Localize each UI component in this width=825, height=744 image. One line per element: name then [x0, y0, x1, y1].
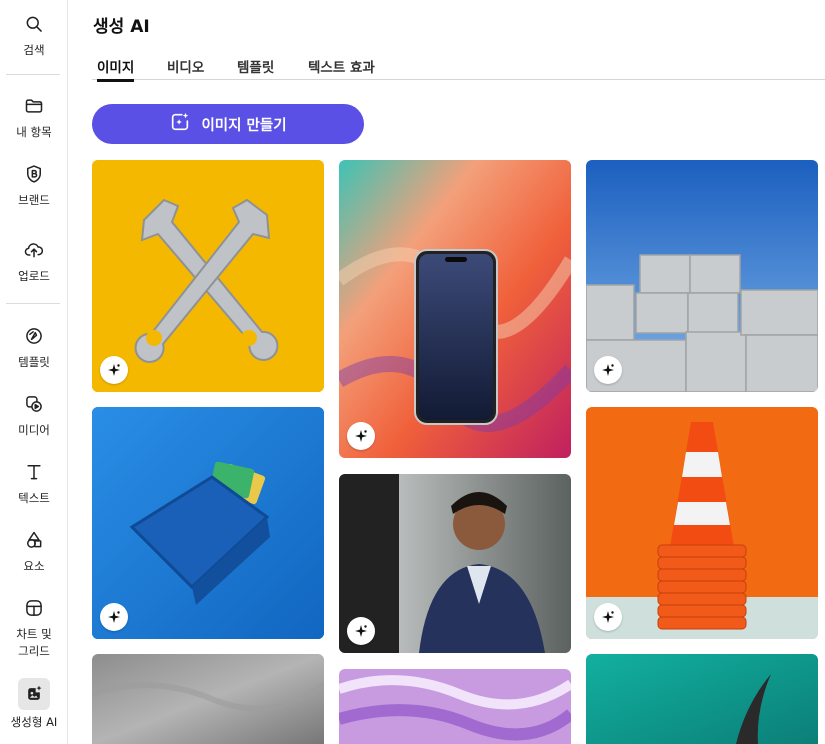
sidebar-item-label: 미디어: [18, 423, 50, 437]
create-image-label: 이미지 만들기: [201, 117, 287, 134]
sparkle-image-icon: [169, 111, 191, 137]
sidebar-item-my-items[interactable]: 내 항목: [0, 94, 68, 141]
sparkle-icon: [355, 625, 367, 637]
feather-image: [586, 654, 818, 744]
elements-icon: [22, 528, 46, 552]
sidebar-item-elements[interactable]: 요소: [0, 528, 68, 575]
sidebar-item-text[interactable]: 텍스트: [0, 460, 68, 507]
media-icon: [22, 392, 46, 416]
phone-image: [339, 160, 571, 458]
sidebar-item-media[interactable]: 미디어: [0, 392, 68, 439]
sidebar-divider: [6, 74, 60, 75]
gallery-tile-concrete-blocks[interactable]: [586, 160, 818, 392]
sidebar-item-label: 생성형 AI: [10, 715, 58, 729]
paper-texture-image: [92, 654, 324, 744]
sidebar-item-label: 내 항목: [16, 125, 52, 139]
sidebar-item-label: 텍스트: [18, 491, 50, 505]
search-icon: [22, 12, 46, 36]
brand-icon: [22, 162, 46, 186]
concrete-blocks-image: [586, 160, 818, 392]
sidebar-item-generative-ai[interactable]: 생성형 AI: [0, 678, 68, 731]
chart-grid-icon: [22, 596, 46, 620]
gallery-tile-wrenches[interactable]: [92, 160, 324, 392]
gallery-tile-businessman[interactable]: [339, 474, 571, 653]
page-title: 생성 AI: [93, 17, 150, 37]
ai-generated-badge: [100, 603, 128, 631]
gallery-tile-paper-texture[interactable]: [92, 654, 324, 744]
sidebar-item-label: 요소: [23, 559, 45, 573]
tab-videos[interactable]: 비디오: [167, 56, 204, 80]
upload-icon: [22, 238, 46, 262]
ai-generated-badge: [100, 356, 128, 384]
gallery-tile-wallet[interactable]: [92, 407, 324, 639]
sidebar-item-charts-grids[interactable]: 차트 및 그리드: [0, 596, 68, 660]
tab-images[interactable]: 이미지: [97, 56, 135, 82]
sparkle-icon: [602, 364, 614, 376]
purple-marble-image: [339, 669, 571, 744]
sidebar-item-label: 차트 및 그리드: [16, 627, 52, 658]
sidebar-item-templates[interactable]: 템플릿: [0, 324, 68, 371]
gallery-tile-traffic-cone[interactable]: [586, 407, 818, 639]
traffic-cone-image: [586, 407, 818, 639]
sidebar-item-label: 업로드: [18, 269, 50, 283]
sidebar-item-label: 브랜드: [18, 193, 50, 207]
sidebar-item-label: 템플릿: [18, 355, 50, 369]
sidebar-item-upload[interactable]: 업로드: [0, 238, 68, 285]
sidebar-item-brand[interactable]: 브랜드: [0, 162, 68, 209]
ai-generated-badge: [594, 603, 622, 631]
gallery-tile-feather[interactable]: [586, 654, 818, 744]
ai-generated-badge: [347, 422, 375, 450]
sidebar: 검색 내 항목 브랜드 업로드 템플릿 미디어 텍스트 요소 차트 및 그리드 …: [0, 0, 68, 744]
generative-ai-icon: [18, 678, 50, 710]
ai-generated-badge: [347, 617, 375, 645]
sparkle-icon: [108, 364, 120, 376]
gallery-tile-purple-marble[interactable]: [339, 669, 571, 744]
tab-bar: 이미지 비디오 템플릿 텍스트 효과: [92, 56, 825, 82]
tab-text-effects[interactable]: 텍스트 효과: [308, 56, 375, 80]
wallet-image: [92, 407, 324, 639]
create-image-button[interactable]: 이미지 만들기: [92, 104, 364, 144]
sidebar-item-search[interactable]: 검색: [0, 12, 68, 59]
sparkle-icon: [355, 430, 367, 442]
template-icon: [22, 324, 46, 348]
gallery-tile-phone[interactable]: [339, 160, 571, 458]
sparkle-icon: [602, 611, 614, 623]
wrenches-image: [92, 160, 324, 392]
text-icon: [22, 460, 46, 484]
sidebar-item-label: 검색: [23, 43, 45, 57]
folder-icon: [22, 94, 46, 118]
tab-templates[interactable]: 템플릿: [237, 56, 274, 80]
sparkle-icon: [108, 611, 120, 623]
ai-generated-badge: [594, 356, 622, 384]
sidebar-divider: [6, 303, 60, 304]
